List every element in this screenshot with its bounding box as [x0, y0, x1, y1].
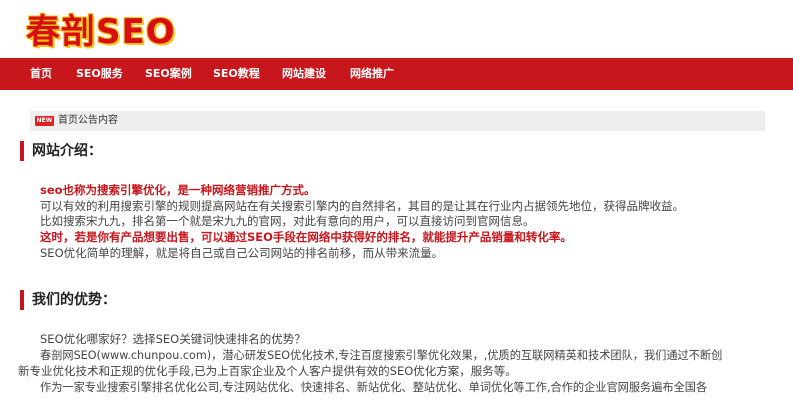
main-nav: 首页 SEO服务 SEO案例 SEO教程 网站建设 网络推广 — [0, 58, 793, 90]
new-badge-icon: NEW — [35, 116, 54, 126]
nav-item-seo-tutorial[interactable]: SEO教程 — [213, 58, 260, 90]
notice-bar: NEW 首页公告内容 — [30, 111, 765, 131]
nav-item-net-promo[interactable]: 网络推广 — [350, 58, 394, 90]
intro-line-3: 比如搜索宋九九，排名第一个就是宋九九的官网，对此有意向的用户，可以直接访问到官网… — [40, 214, 535, 228]
notice-text[interactable]: 首页公告内容 — [58, 114, 118, 128]
intro-line-2: 可以有效的利用搜索引擎的规则提高网站在有关搜索引擎内的自然排名，其目的是让其在行… — [40, 199, 684, 213]
section-title-advantages: 我们的优势： — [20, 290, 116, 310]
advantage-line-3: 新专业优化技术和正规的优化手段,已为上百家企业及个人客户提供有效的SEO优化方案… — [18, 364, 517, 378]
intro-line-5: SEO优化简单的理解，就是将自己或自己公司网站的排名前移，而从带来流量。 — [40, 246, 444, 260]
intro-line-1: seo也称为搜索引擎优化，是一种网络营销推广方式。 — [40, 183, 316, 197]
advantage-line-2: 春剖网SEO(www.chunpou.com)，潜心研发SEO优化技术,专注百度… — [40, 349, 723, 362]
nav-item-home[interactable]: 首页 — [30, 58, 52, 90]
nav-item-seo-cases[interactable]: SEO案例 — [145, 58, 192, 90]
intro-line-4: 这时，若是你有产品想要出售，可以通过SEO手段在网络中获得好的排名，就能提升产品… — [40, 230, 572, 244]
site-logo[interactable]: 春剖SEO — [26, 4, 176, 53]
section-title-intro: 网站介绍： — [20, 141, 102, 161]
nav-item-web-build[interactable]: 网站建设 — [282, 58, 326, 90]
advantage-line-1: SEO优化哪家好？选择SEO关键词快速排名的优势？ — [40, 332, 306, 346]
advantage-line-4: 作为一家专业搜索引擎排名优化公司,专注网站优化、快速排名、新站优化、整站优化、单… — [40, 381, 708, 394]
site-header: 春剖SEO — [0, 0, 793, 58]
nav-item-seo-service[interactable]: SEO服务 — [76, 58, 123, 90]
